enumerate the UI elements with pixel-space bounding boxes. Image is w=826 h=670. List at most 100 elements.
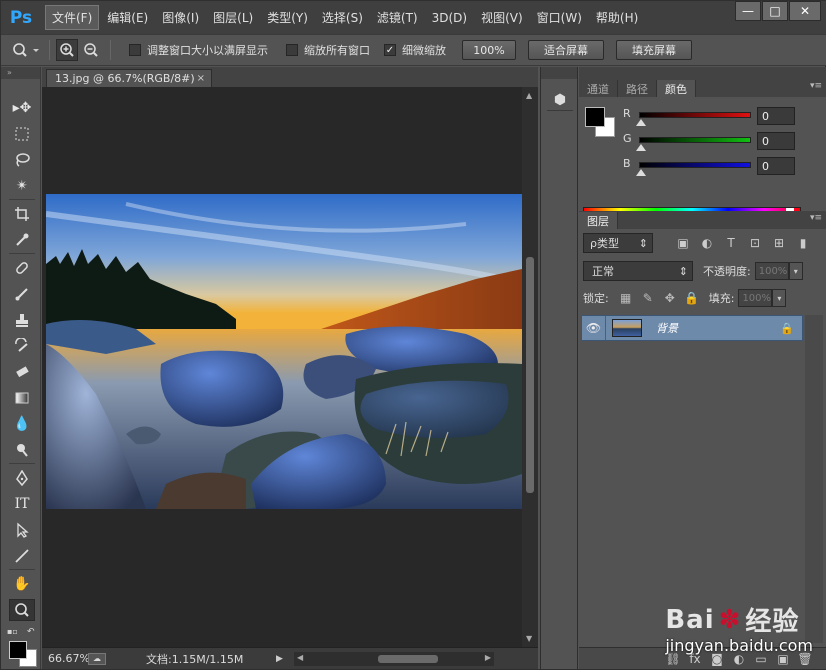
scroll-left-icon[interactable]: ◀ [297, 653, 303, 662]
quick-selection-tool[interactable]: ✴ [9, 175, 35, 197]
fit-screen-button[interactable]: 适合屏幕 [528, 40, 604, 60]
layer-name[interactable]: 背景 [656, 320, 678, 336]
b-slider-knob[interactable] [636, 169, 646, 176]
status-menu-arrow-icon[interactable]: ▶ [276, 654, 286, 664]
checkbox-box[interactable] [286, 44, 298, 56]
checkbox-box[interactable] [129, 44, 141, 56]
history-brush-tool[interactable] [9, 335, 35, 357]
fill-screen-button[interactable]: 填充屏幕 [616, 40, 692, 60]
panel-menu-icon[interactable]: ▾≡ [810, 213, 822, 223]
lasso-tool[interactable] [9, 149, 35, 171]
marquee-tool[interactable] [9, 123, 35, 145]
scrubby-zoom-checkbox[interactable]: ✓ 细微缩放 [384, 42, 446, 58]
r-slider-knob[interactable] [636, 119, 646, 126]
zoom-tool[interactable] [9, 599, 35, 621]
close-tab-icon[interactable]: × [197, 73, 205, 84]
maximize-button[interactable]: □ [762, 1, 788, 21]
gradient-tool[interactable] [9, 387, 35, 409]
zoom-tool-preset-picker[interactable] [9, 39, 43, 61]
fill-dropdown-button[interactable]: ▾ [772, 289, 787, 307]
lock-all-icon[interactable]: 🔒 [681, 291, 703, 305]
crop-tool[interactable] [9, 203, 35, 225]
layer-row[interactable]: 👁 背景 🔒 [581, 315, 803, 341]
tab-channels[interactable]: 通道 [579, 80, 618, 97]
hand-tool[interactable]: ✋ [9, 573, 35, 595]
swap-colors-icon[interactable]: ↶ [27, 627, 35, 637]
visibility-eye-icon[interactable]: 👁 [582, 316, 606, 340]
document-tab[interactable]: 13.jpg @ 66.7%(RGB/8#) × [46, 69, 212, 87]
blur-tool[interactable]: 💧 [9, 413, 35, 435]
adjustment-filter-icon[interactable]: ◐ [695, 236, 719, 250]
menu-type[interactable]: 类型(Y) [261, 6, 314, 29]
g-slider-knob[interactable] [636, 144, 646, 151]
eyedropper-tool[interactable] [9, 229, 35, 251]
menu-image[interactable]: 图像(I) [156, 6, 205, 29]
smart-object-filter-icon[interactable]: ⊞ [767, 236, 791, 250]
panel-strip-handle[interactable] [541, 67, 577, 79]
tab-color[interactable]: 颜色 [657, 80, 696, 97]
g-slider-track[interactable] [639, 137, 751, 143]
menu-edit[interactable]: 编辑(E) [101, 6, 154, 29]
type-filter-icon[interactable]: T [719, 236, 743, 250]
checkbox-box-checked[interactable]: ✓ [384, 44, 396, 56]
line-tool[interactable] [9, 545, 35, 567]
canvas-area[interactable] [42, 87, 522, 647]
menu-view[interactable]: 视图(V) [475, 6, 529, 29]
document-image[interactable] [46, 194, 522, 509]
brush-tool[interactable] [9, 283, 35, 305]
lock-pixels-icon[interactable]: ✎ [637, 291, 659, 305]
tab-layers[interactable]: 图层 [579, 212, 618, 229]
b-value-field[interactable]: 0 [757, 157, 795, 175]
opacity-field[interactable]: 100% [754, 262, 789, 280]
close-button[interactable]: ✕ [789, 1, 821, 21]
horizontal-scroll-thumb[interactable] [378, 654, 438, 663]
g-value-field[interactable]: 0 [757, 132, 795, 150]
menu-help[interactable]: 帮助(H) [590, 6, 644, 29]
scroll-down-icon[interactable]: ▼ [526, 634, 532, 643]
zoom-out-button[interactable] [80, 39, 102, 61]
zoom-level[interactable]: 66.67% [42, 652, 90, 665]
eraser-tool[interactable] [9, 361, 35, 383]
foreground-color-swatch[interactable] [585, 107, 605, 127]
vertical-scrollbar[interactable]: ▲ ▼ [522, 87, 538, 647]
panel-menu-icon[interactable]: ▾≡ [810, 81, 822, 91]
menu-window[interactable]: 窗口(W) [531, 6, 588, 29]
path-selection-tool[interactable] [9, 519, 35, 541]
layer-kind-filter[interactable]: ρ类型 ⇕ [583, 233, 653, 253]
layers-scrollbar[interactable] [805, 315, 823, 643]
move-tool[interactable]: ▸✥ [9, 97, 35, 119]
type-tool[interactable]: IT [9, 493, 35, 515]
vertical-scroll-thumb[interactable] [526, 257, 534, 493]
healing-brush-tool[interactable] [9, 257, 35, 279]
r-value-field[interactable]: 0 [757, 107, 795, 125]
minimize-button[interactable]: — [735, 1, 761, 21]
filter-toggle-icon[interactable]: ▮ [791, 236, 815, 250]
zoom-all-windows-checkbox[interactable]: 缩放所有窗口 [286, 42, 370, 58]
r-slider-track[interactable] [639, 112, 751, 118]
pixel-filter-icon[interactable]: ▣ [671, 236, 695, 250]
resize-windows-checkbox[interactable]: 调整窗口大小以满屏显示 [129, 42, 268, 58]
foreground-color-swatch[interactable] [9, 641, 27, 659]
blend-mode-select[interactable]: 正常 ⇕ [583, 261, 693, 281]
fill-field[interactable]: 100% [738, 289, 773, 307]
toolbox-collapse-handle[interactable]: » [1, 67, 40, 79]
menu-layer[interactable]: 图层(L) [207, 6, 259, 29]
lock-transparent-icon[interactable]: ▦ [615, 291, 637, 305]
clone-stamp-tool[interactable] [9, 309, 35, 331]
menu-file[interactable]: 文件(F) [45, 5, 100, 30]
pen-tool[interactable] [9, 467, 35, 489]
b-slider-track[interactable] [639, 162, 751, 168]
horizontal-scrollbar[interactable]: ◀ ▶ [294, 651, 494, 666]
opacity-dropdown-button[interactable]: ▾ [788, 262, 803, 280]
info-panel-button[interactable]: ⬢ [547, 89, 573, 111]
zoom-in-button[interactable] [56, 39, 78, 61]
scroll-up-icon[interactable]: ▲ [526, 91, 532, 100]
panel-dock-handle[interactable] [579, 67, 826, 79]
tab-paths[interactable]: 路径 [618, 80, 657, 97]
menu-select[interactable]: 选择(S) [316, 6, 369, 29]
lock-position-icon[interactable]: ✥ [659, 291, 681, 305]
scroll-right-icon[interactable]: ▶ [485, 653, 491, 662]
menu-filter[interactable]: 滤镜(T) [371, 6, 424, 29]
dodge-tool[interactable] [9, 439, 35, 461]
menu-3d[interactable]: 3D(D) [426, 8, 473, 28]
